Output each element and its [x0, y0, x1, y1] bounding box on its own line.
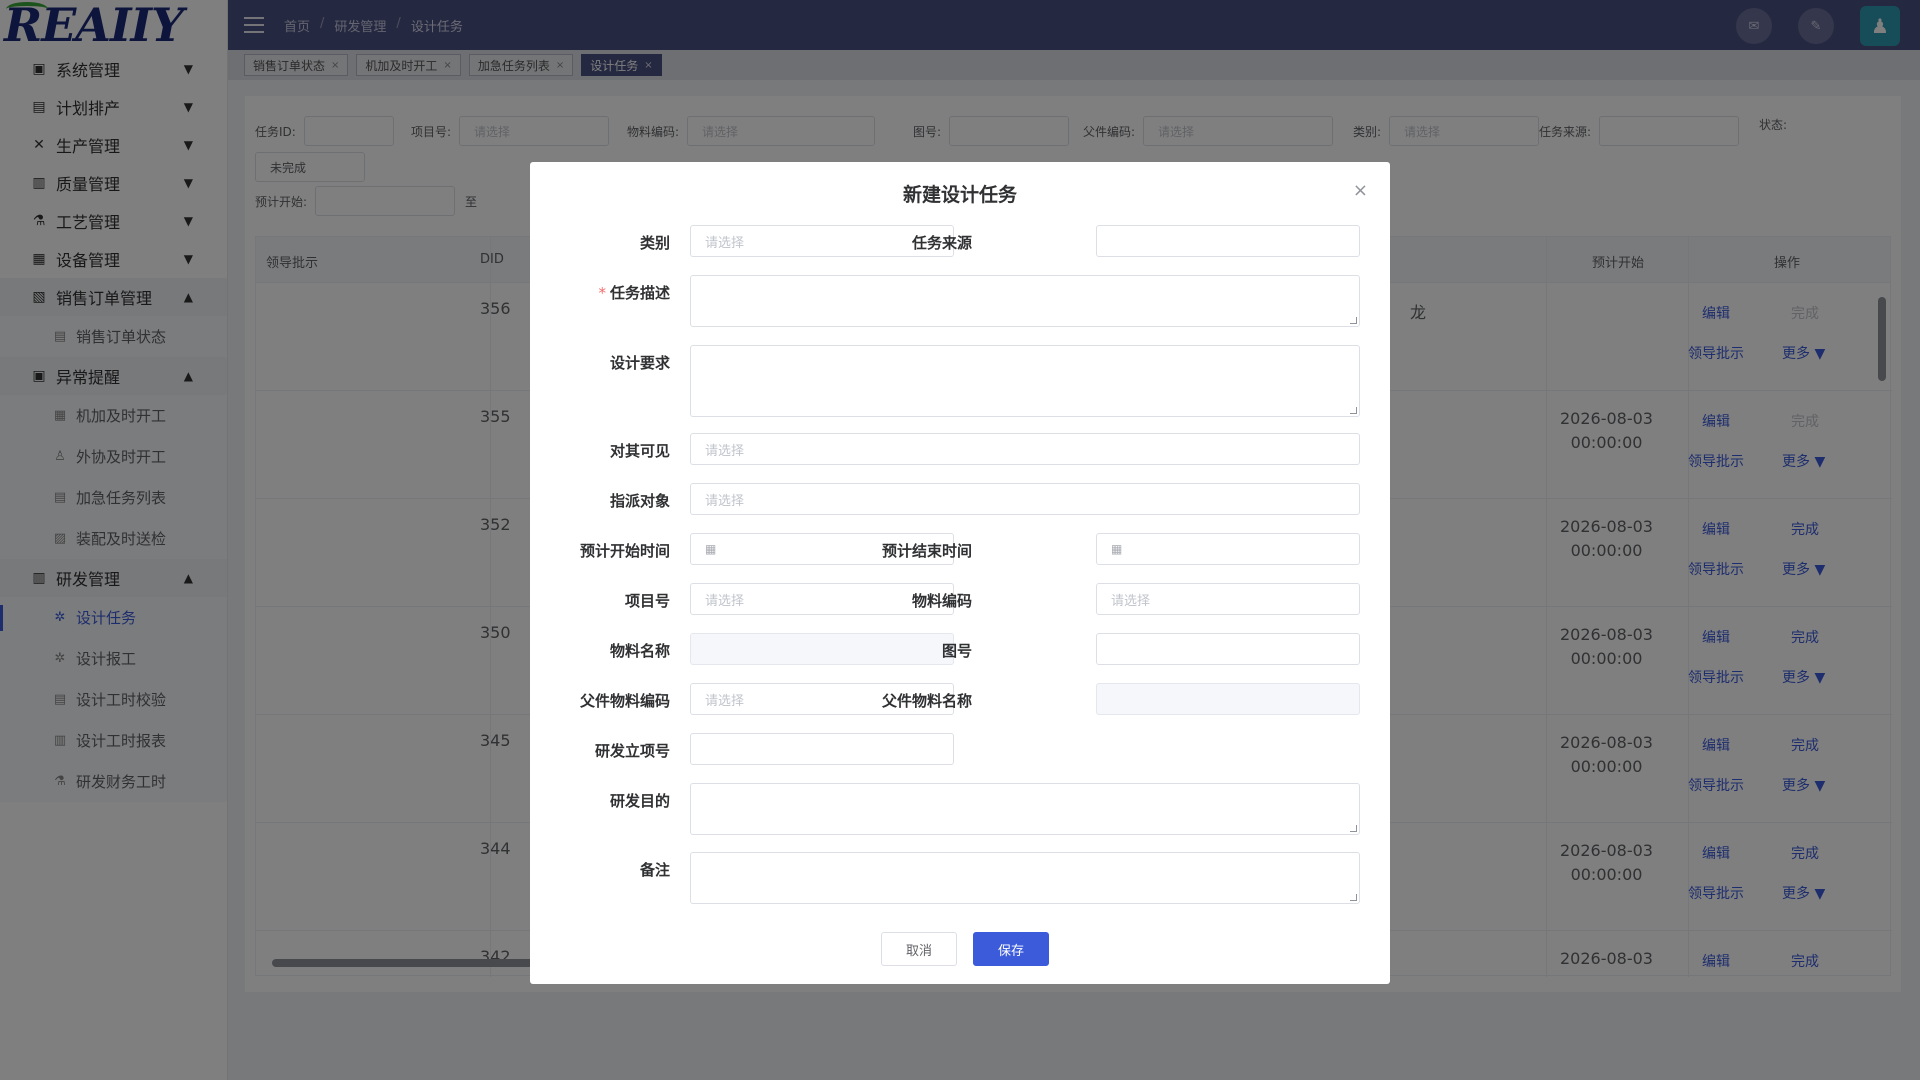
label-visible: 对其可见 [609, 442, 670, 460]
calendar-icon: ▦ [705, 542, 717, 556]
rd-purpose-textarea[interactable] [690, 783, 1360, 835]
task-desc-textarea[interactable] [690, 275, 1360, 327]
placeholder: 请选择 [705, 693, 745, 709]
requirement-textarea[interactable] [690, 345, 1360, 417]
label-source: 任务来源 [911, 234, 972, 252]
close-icon[interactable]: × [1353, 180, 1368, 201]
dialog-title: 新建设计任务 [902, 184, 1017, 206]
placeholder: 请选择 [1111, 593, 1151, 609]
label-material-name: 物料名称 [609, 642, 670, 660]
label-plan-start: 预计开始时间 [579, 542, 670, 560]
source-input[interactable] [1096, 225, 1360, 257]
label-plan-end: 预计结束时间 [881, 542, 972, 560]
label-requirement: 设计要求 [609, 354, 670, 372]
label-assign: 指派对象 [609, 492, 670, 510]
label-project: 项目号 [624, 592, 670, 610]
required-mark: * [598, 284, 606, 302]
new-design-task-dialog: 新建设计任务 × 类别 请选择 ⌵ 任务来源 * 任务描述 设计要求 对其可见 请… [530, 162, 1390, 984]
parent-name-input [1096, 683, 1360, 715]
material-code-select[interactable]: 请选择 [1096, 583, 1360, 615]
label-category: 类别 [639, 234, 670, 252]
calendar-icon: ▦ [1111, 542, 1123, 556]
label-task-desc: * 任务描述 [598, 284, 670, 302]
label-drawing: 图号 [941, 642, 972, 660]
rd-project-input[interactable] [690, 733, 954, 765]
save-button[interactable]: 保存 [973, 932, 1049, 966]
label-rd-project: 研发立项号 [594, 742, 670, 760]
label-remark: 备注 [639, 861, 670, 879]
placeholder: 请选择 [705, 593, 745, 609]
placeholder: 请选择 [705, 443, 745, 459]
label-material-code: 物料编码 [911, 592, 972, 610]
remark-textarea[interactable] [690, 852, 1360, 904]
drawing-input[interactable] [1096, 633, 1360, 665]
visible-select[interactable]: 请选择 [690, 433, 1360, 465]
label-rd-purpose: 研发目的 [609, 792, 670, 810]
plan-end-datepicker[interactable]: ▦ [1096, 533, 1360, 565]
cancel-button[interactable]: 取消 [881, 932, 957, 966]
assign-select[interactable]: 请选择 [690, 483, 1360, 515]
label-parent-code: 父件物料编码 [579, 692, 670, 710]
placeholder: 请选择 [705, 493, 745, 509]
placeholder: 请选择 [705, 235, 745, 251]
label-parent-name: 父件物料名称 [881, 692, 972, 710]
